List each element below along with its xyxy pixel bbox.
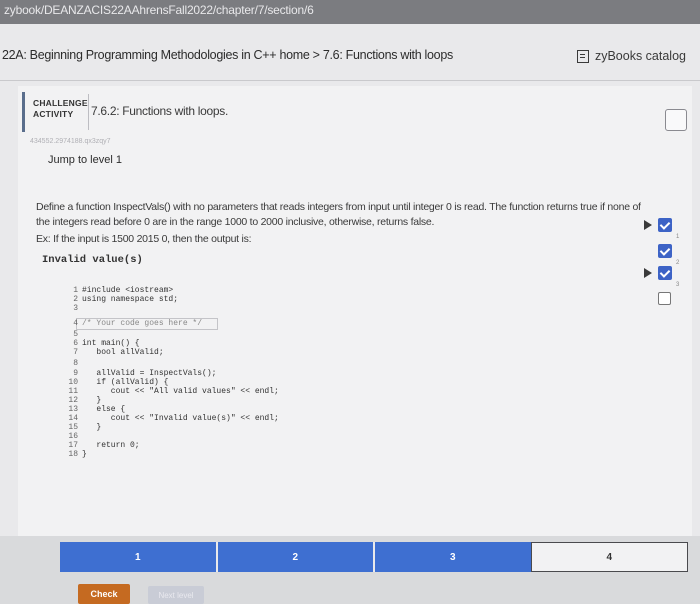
empty-checkbox-icon [658,292,671,305]
zybooks-catalog-link[interactable]: zyBooks catalog [576,49,686,63]
line-number: 18 [68,450,78,459]
line-number: 8 [73,359,78,368]
line-number: 5 [73,330,78,339]
code-line[interactable]: } [82,396,101,405]
jump-to-level[interactable]: Jump to level 1 [48,154,122,166]
code-line[interactable]: #include <iostream> [82,286,173,295]
line-number: 4 [73,319,78,328]
play-arrow-icon [644,268,652,278]
challenge-activity-card: CHALLENGE ACTIVITY 7.6.2: Functions with… [18,86,692,604]
line-number: 15 [68,423,78,432]
example-text: Ex: If the input is 1500 2015 0, then th… [36,233,252,245]
code-line[interactable]: bool allValid; [82,348,163,357]
breadcrumb[interactable]: 22A: Beginning Programming Methodologies… [2,48,453,62]
line-number: 16 [68,432,78,441]
line-number: 13 [68,405,78,414]
line-number: 10 [68,378,78,387]
check-icon [658,244,672,258]
activity-completion-box [665,109,687,131]
level-4-tab[interactable]: 4 [530,542,688,572]
line-number: 9 [73,369,78,378]
url-text[interactable]: zybook/DEANZACIS22AAhrensFall2022/chapte… [4,3,314,17]
line-number: 12 [68,396,78,405]
play-arrow-icon [644,220,652,230]
check-label: 1 [676,234,680,240]
line-number: 3 [73,304,78,313]
code-line[interactable]: int main() { [82,339,140,348]
line-number: 17 [68,441,78,450]
check-icon [658,266,672,280]
check-label: 2 [676,260,680,266]
code-editor[interactable]: 1 #include <iostream> 2 using namespace … [62,286,622,459]
line-number: 2 [73,295,78,304]
check-label: 3 [676,282,680,288]
code-line[interactable]: } [82,450,87,459]
badge-line-2: ACTIVITY [33,109,74,119]
book-icon [576,49,589,63]
code-line[interactable]: if (allValid) { [82,378,168,387]
activity-id: 434552.2974188.qx3zqy7 [30,138,111,145]
code-line[interactable]: /* Your code goes here */ [82,319,202,328]
next-level-button[interactable]: Next level [148,586,204,604]
activity-title: 7.6.2: Functions with loops. [91,104,229,118]
divider [88,94,89,130]
line-number: 1 [73,286,78,295]
code-line[interactable]: using namespace std; [82,295,178,304]
badge-line-1: CHALLENGE [33,98,88,108]
level-1-tab[interactable]: 1 [60,542,216,572]
line-number: 14 [68,414,78,423]
zybooks-page: 22A: Beginning Programming Methodologies… [0,24,700,604]
level-bar: 1 2 3 4 [60,542,688,572]
code-line[interactable]: cout << "Invalid value(s)" << endl; [82,414,279,423]
challenge-activity-badge: CHALLENGE ACTIVITY [22,92,89,132]
check-icon [658,218,672,232]
line-number: 6 [73,339,78,348]
problem-description: Define a function InspectVals() with no … [36,201,641,228]
code-line[interactable]: cout << "All valid values" << endl; [82,387,279,396]
code-line[interactable]: return 0; [82,441,139,450]
code-line[interactable]: allValid = InspectVals(); [82,369,216,378]
check-button[interactable]: Check [78,584,130,604]
catalog-label: zyBooks catalog [594,49,686,63]
line-number: 11 [68,387,78,396]
page-header: 22A: Beginning Programming Methodologies… [0,24,700,81]
level-3-tab[interactable]: 3 [373,542,531,572]
line-number: 7 [73,348,78,357]
level-2-tab[interactable]: 2 [215,542,373,572]
code-line[interactable]: } [82,423,101,432]
expected-output: Invalid value(s) [42,254,143,266]
code-line[interactable]: else { [82,405,125,414]
browser-url-bar[interactable]: zybook/DEANZACIS22AAhrensFall2022/chapte… [0,0,700,24]
